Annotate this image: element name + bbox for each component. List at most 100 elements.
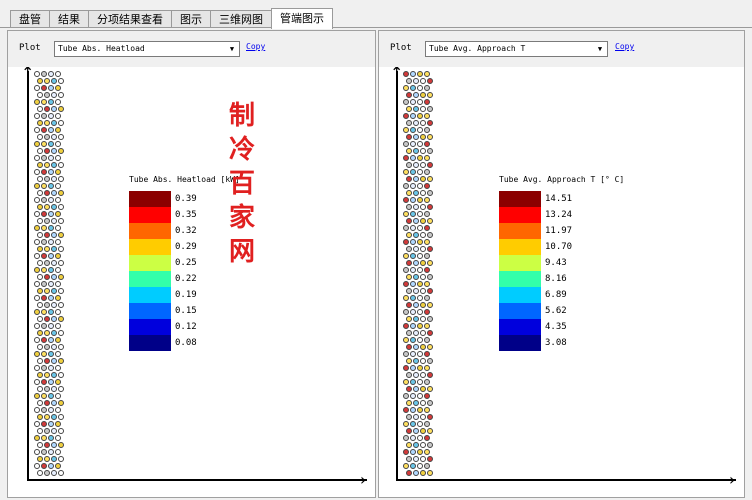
tab-3d-mesh[interactable]: 三维网图 — [210, 10, 272, 28]
left-tube — [51, 232, 57, 238]
right-copy-link[interactable]: Copy — [615, 42, 634, 51]
right-tube — [427, 372, 433, 378]
right-tube — [410, 253, 416, 259]
left-tube — [37, 120, 43, 126]
left-tube — [55, 155, 61, 161]
right-tube-row — [403, 295, 437, 302]
left-tube — [58, 330, 64, 336]
right-tube-row — [403, 169, 437, 176]
right-tube — [420, 316, 426, 322]
right-tube — [403, 281, 409, 287]
right-tube-row — [403, 211, 437, 218]
right-tube — [410, 295, 416, 301]
right-tube — [413, 344, 419, 350]
right-tube — [420, 414, 426, 420]
left-tube — [58, 92, 64, 98]
left-tube — [51, 218, 57, 224]
left-copy-link[interactable]: Copy — [246, 42, 265, 51]
right-tube — [403, 183, 409, 189]
right-tube — [417, 309, 423, 315]
right-plot-select[interactable]: Tube Avg. Approach T ▼ — [425, 41, 608, 57]
left-tube — [44, 218, 50, 224]
right-tube — [406, 344, 412, 350]
right-tube-row — [403, 85, 437, 92]
left-tube — [44, 232, 50, 238]
right-tube — [406, 134, 412, 140]
right-tube — [410, 351, 416, 357]
tab-itemized-results[interactable]: 分项结果查看 — [88, 10, 172, 28]
right-tube — [424, 113, 430, 119]
left-tube — [58, 190, 64, 196]
right-tube — [410, 183, 416, 189]
right-tube — [403, 211, 409, 217]
right-tube — [403, 71, 409, 77]
left-tube — [34, 267, 40, 273]
right-tube — [410, 127, 416, 133]
left-tube — [41, 393, 47, 399]
left-tube — [48, 309, 54, 315]
chevron-down-icon[interactable]: ▼ — [594, 43, 606, 55]
left-tube-row — [34, 211, 68, 218]
left-tube-row — [34, 323, 68, 330]
right-tube-row — [403, 463, 437, 470]
right-tube — [427, 386, 433, 392]
right-tube — [424, 253, 430, 259]
right-tube — [420, 400, 426, 406]
left-tube — [55, 351, 61, 357]
chevron-down-icon[interactable]: ▼ — [226, 43, 238, 55]
left-tube — [48, 421, 54, 427]
left-tube — [48, 71, 54, 77]
tab-coil[interactable]: 盘管 — [10, 10, 50, 28]
left-tube — [37, 162, 43, 168]
left-tube — [48, 323, 54, 329]
right-tube — [427, 260, 433, 266]
tab-results[interactable]: 结果 — [49, 10, 89, 28]
left-tube — [41, 85, 47, 91]
right-tube — [406, 288, 412, 294]
left-tube-row — [34, 470, 68, 477]
right-tube — [417, 365, 423, 371]
left-tube — [58, 260, 64, 266]
watermark-char: 家 — [228, 203, 255, 233]
left-tube — [55, 309, 61, 315]
left-toolbar: Plot Tube Abs. Heatload ▼ Copy — [8, 31, 375, 67]
right-tube — [420, 92, 426, 98]
right-tube — [424, 351, 430, 357]
left-tube — [34, 113, 40, 119]
left-tube-row — [34, 113, 68, 120]
left-tube — [55, 463, 61, 469]
right-tube — [424, 127, 430, 133]
left-tube — [41, 449, 47, 455]
right-tube — [424, 393, 430, 399]
tab-tube-end-diagram[interactable]: 管端图示 — [271, 8, 333, 29]
left-tube — [48, 351, 54, 357]
left-plot-area: ↑ › Tube Abs. Heatload [kW] 0.39 0.35 0.32… — [8, 67, 375, 497]
left-tube — [37, 414, 43, 420]
arrow-up-icon: ↑ — [21, 67, 35, 82]
left-tube-row — [34, 183, 68, 190]
right-tube — [406, 456, 412, 462]
left-plot-select[interactable]: Tube Abs. Heatload ▼ — [54, 41, 240, 57]
left-tube — [34, 351, 40, 357]
right-tube — [413, 442, 419, 448]
right-tube — [403, 323, 409, 329]
right-tube — [424, 365, 430, 371]
right-tube — [420, 428, 426, 434]
right-tube-row — [403, 225, 437, 232]
left-tube — [55, 239, 61, 245]
right-tube — [427, 78, 433, 84]
right-tube — [403, 449, 409, 455]
right-tube — [424, 463, 430, 469]
left-tube-row — [34, 71, 68, 78]
right-tube-row — [403, 162, 437, 169]
right-tube — [420, 456, 426, 462]
right-legend-row: 4.35 — [499, 319, 624, 335]
right-tube — [424, 225, 430, 231]
left-tube — [55, 281, 61, 287]
left-tube — [51, 260, 57, 266]
left-tube — [41, 407, 47, 413]
left-tube — [37, 344, 43, 350]
left-tube — [48, 295, 54, 301]
right-tube — [424, 435, 430, 441]
tab-diagram[interactable]: 图示 — [171, 10, 211, 28]
